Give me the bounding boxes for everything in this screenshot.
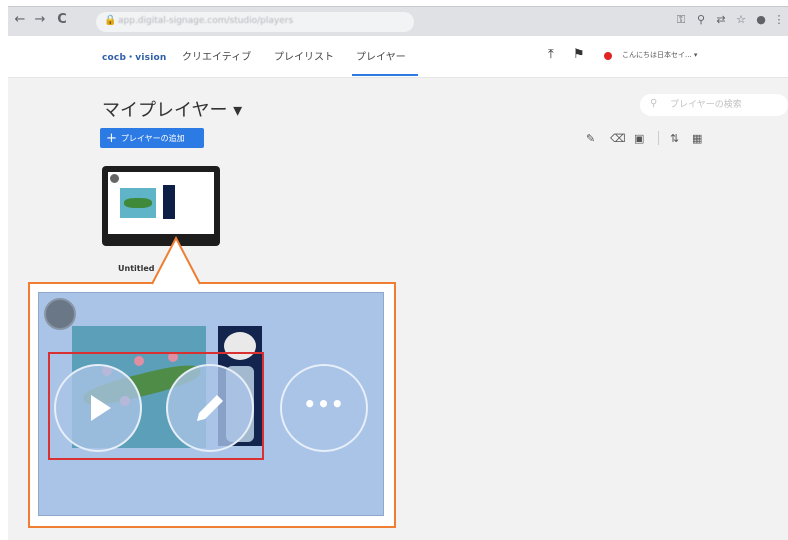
highlight-frame (48, 352, 264, 460)
lock-icon: 🔒 (104, 15, 117, 26)
translate-icon[interactable]: ⇄ (714, 13, 728, 26)
sort-icon[interactable]: ⇅ (670, 132, 679, 145)
back-button[interactable]: ← (12, 12, 28, 27)
content-image (163, 185, 175, 219)
copy-icon[interactable]: ▣ (634, 132, 644, 145)
upload-icon[interactable]: ⤒ (548, 47, 554, 62)
active-tab-indicator (352, 74, 418, 76)
star-icon[interactable]: ☆ (734, 13, 748, 26)
zoom-icon[interactable]: ⚲ (694, 13, 708, 26)
player-card-thumbnail[interactable] (102, 166, 220, 246)
more-icon: ••• (303, 392, 345, 416)
profile-icon[interactable]: ● (754, 13, 768, 26)
player-search[interactable]: ⚲ (640, 94, 788, 116)
add-player-label: プレイヤーの追加 (120, 133, 185, 143)
more-button[interactable]: ••• (280, 364, 368, 452)
browser-toolbar: ← → C 🔒 app.digital-signage.com/studio/p… (8, 6, 788, 36)
url-text: app.digital-signage.com/studio/players (118, 16, 294, 26)
toolbar-divider (658, 131, 659, 145)
nav-player[interactable]: プレイヤー (356, 48, 406, 63)
delete-icon[interactable]: ⌫ (610, 132, 626, 145)
status-indicator (604, 52, 612, 60)
player-name[interactable]: Untitled (118, 264, 154, 273)
notification-bell-icon[interactable]: ⚑ (573, 47, 585, 62)
app-logo[interactable]: cocb・vision (102, 50, 166, 63)
nav-playlist[interactable]: プレイリスト (274, 48, 334, 63)
reload-button[interactable]: C (54, 12, 70, 27)
address-bar[interactable]: 🔒 app.digital-signage.com/studio/players (96, 12, 414, 32)
content-image (120, 188, 156, 218)
player-screen (108, 172, 214, 234)
menu-icon[interactable]: ⋮ (772, 13, 786, 26)
page-title[interactable]: マイプレイヤー ▾ (102, 96, 242, 122)
select-checkbox[interactable] (110, 174, 119, 183)
add-player-button[interactable]: + プレイヤーの追加 (100, 128, 204, 148)
nav-creative[interactable]: クリエイティブ (182, 48, 251, 63)
user-menu[interactable]: こんにちは日本セイ... ▾ (622, 50, 697, 60)
search-icon: ⚲ (650, 98, 658, 109)
plus-icon: + (106, 130, 117, 146)
app-header: cocb・vision クリエイティブ プレイリスト プレイヤー ⤒ ⚑ こんに… (8, 36, 788, 78)
search-input[interactable] (670, 96, 784, 114)
grid-view-icon[interactable]: ▦ (692, 132, 702, 145)
forward-button[interactable]: → (32, 12, 48, 27)
edit-icon[interactable]: ✎ (586, 132, 595, 145)
key-icon[interactable]: ⚿ (674, 13, 688, 27)
